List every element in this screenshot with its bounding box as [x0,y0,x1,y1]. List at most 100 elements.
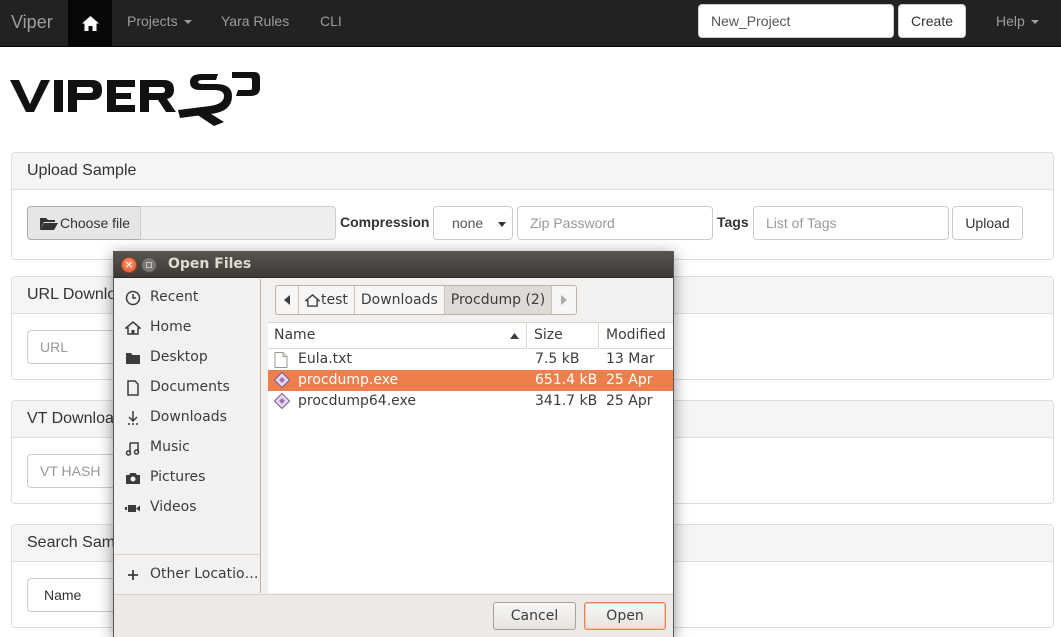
close-icon[interactable]: × [121,257,137,273]
path-segment-test[interactable]: test [299,286,355,314]
sidebar-item-downloads[interactable]: Downloads [114,403,260,433]
dialog-titlebar[interactable]: × Open Files [114,252,673,278]
sidebar-label: Music [150,439,190,455]
chevron-down-icon [1030,20,1039,25]
file-row[interactable]: procdump64.exe 341.7 kB 25 Apr [268,391,673,412]
dialog-footer: Cancel Open [114,594,673,637]
path-forward-button[interactable] [552,286,576,314]
column-header-size[interactable]: Size [528,323,599,349]
file-name: procdump64.exe [298,393,416,409]
create-project-button[interactable]: Create [898,4,966,38]
cancel-button[interactable]: Cancel [493,602,576,630]
zip-password-input[interactable]: Zip Password [517,206,713,240]
path-segment-procdump[interactable]: Procdump (2) [444,286,553,314]
choose-file-label: Choose file [60,215,131,231]
file-list: Name Size Modified Eula.txt 7.5 kB 13 Ma… [268,322,673,593]
sidebar-item-recent[interactable]: Recent [114,283,260,313]
sidebar-label: Downloads [150,409,227,425]
compression-label: Compression [340,214,430,230]
file-row-selected[interactable]: procdump.exe 651.4 kB 25 Apr [268,370,673,391]
minimize-icon[interactable] [141,257,157,273]
places-sidebar: Recent Home Desktop Documents Downloads … [114,279,261,593]
vt-hash-placeholder: VT HASH [40,463,101,479]
choose-file-button[interactable]: Choose file [27,206,141,240]
path-back-button[interactable] [276,286,299,314]
url-placeholder: URL [40,339,69,355]
zip-password-placeholder: Zip Password [530,215,615,231]
sidebar-label: Videos [150,499,197,515]
file-size: 341.7 kB [535,393,598,409]
document-icon [127,380,139,396]
viper-logo [10,72,260,126]
video-icon [125,505,140,512]
search-field-value: Name [44,587,82,603]
home-icon [305,293,320,307]
text-file-icon [274,352,288,368]
upload-button[interactable]: Upload [952,206,1023,240]
music-icon [125,442,140,456]
chevron-right-icon [561,295,568,305]
sidebar-item-pictures[interactable]: Pictures [114,463,260,493]
home-icon [81,16,99,31]
sidebar-label: Desktop [150,349,208,365]
nav-yara-rules[interactable]: Yara Rules [221,13,289,29]
file-row[interactable]: Eula.txt 7.5 kB 13 Mar [268,349,673,370]
home-icon [125,321,141,335]
executable-icon [274,372,290,388]
column-name-label: Name [274,327,316,343]
nav-help-label: Help [996,13,1025,29]
column-modified-label: Modified [606,327,666,343]
sidebar-item-home[interactable]: Home [114,313,260,343]
sidebar-item-desktop[interactable]: Desktop [114,343,260,373]
vt-hash-input[interactable]: VT HASH [27,454,127,488]
tags-input[interactable]: List of Tags [753,206,949,240]
tags-placeholder: List of Tags [766,215,837,231]
sidebar-divider [114,554,260,555]
file-modified: 25 Apr [606,372,653,388]
plus-icon [128,570,138,580]
file-size: 7.5 kB [535,351,580,367]
open-files-dialog: × Open Files Recent Home Desktop Documen… [113,251,674,637]
folder-open-icon [40,218,58,230]
path-segment-label: Downloads [360,292,438,308]
column-header-modified[interactable]: Modified [600,323,673,349]
sidebar-label: Recent [150,289,199,305]
column-header-name[interactable]: Name [268,323,527,349]
open-button[interactable]: Open [584,602,666,630]
top-navbar: Viper Projects Yara Rules CLI New_Projec… [0,0,1061,47]
sort-ascending-icon [510,333,519,339]
file-name: Eula.txt [298,351,352,367]
nav-projects-label: Projects [127,13,178,29]
sidebar-item-other-locations[interactable]: Other Locatio… [114,560,260,590]
sidebar-item-documents[interactable]: Documents [114,373,260,403]
sidebar-item-videos[interactable]: Videos [114,493,260,523]
project-name-value: New_Project [711,13,791,29]
brand-link[interactable]: Viper [11,12,53,33]
nav-cli[interactable]: CLI [320,13,342,29]
chevron-left-icon [284,295,290,305]
clock-icon [125,290,141,306]
search-field-select[interactable]: Name [27,578,127,612]
sidebar-label: Home [150,319,192,335]
sidebar-item-music[interactable]: Music [114,433,260,463]
sidebar-label: Other Locatio… [150,566,259,582]
nav-home-tab[interactable] [68,0,112,47]
nav-projects-dropdown[interactable]: Projects [127,13,192,29]
nav-help-dropdown[interactable]: Help [996,13,1039,29]
dialog-title: Open Files [168,256,252,272]
path-segment-label: Procdump (2) [450,292,546,308]
compression-select[interactable]: none [433,206,513,240]
download-icon [128,411,138,425]
executable-icon [274,393,290,409]
compression-value: none [452,215,484,231]
path-segment-downloads[interactable]: Downloads [355,286,445,314]
path-segment-label: test [321,292,348,308]
project-name-input[interactable]: New_Project [698,4,894,38]
url-input[interactable]: URL [27,330,127,364]
column-size-label: Size [534,327,563,343]
file-size: 651.4 kB [535,372,598,388]
file-modified: 25 Apr [606,393,653,409]
file-name: procdump.exe [298,372,399,388]
file-modified: 13 Mar [606,351,655,367]
chevron-down-icon [183,20,192,25]
